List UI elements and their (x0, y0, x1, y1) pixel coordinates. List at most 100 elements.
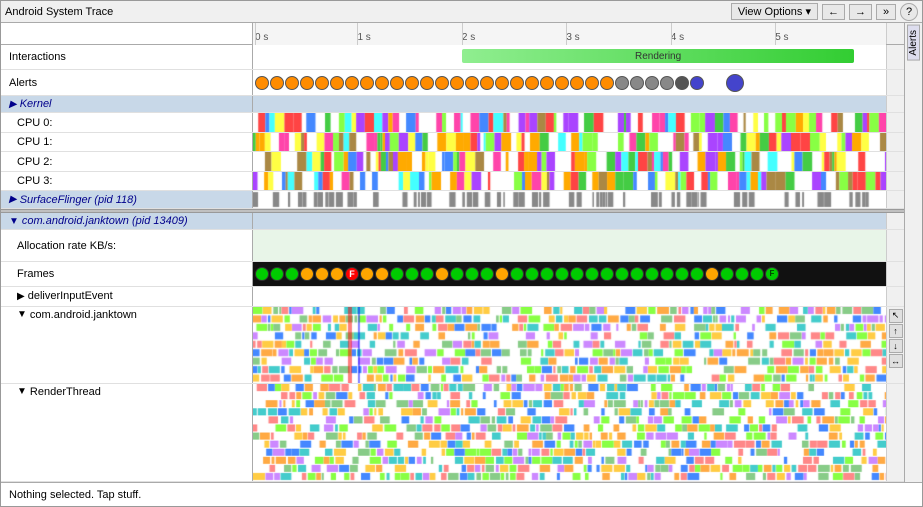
render-canvas (253, 384, 886, 480)
tick-4s: 4 s (671, 32, 684, 43)
alerts-label: Alerts (1, 70, 253, 94)
alerts-track[interactable] (253, 70, 886, 94)
alert-circle (480, 76, 494, 90)
cpu3-track[interactable] (253, 172, 886, 191)
alert-circle (330, 76, 344, 90)
jank-expand-arrow: ▼ (9, 216, 19, 227)
nav-back-button[interactable]: ← (822, 4, 845, 20)
cpu2-track[interactable] (253, 152, 886, 171)
cpu3-row: CPU 3: (1, 172, 904, 192)
ruler-label-empty (1, 23, 253, 44)
alert-circle (465, 76, 479, 90)
nav-fwd-button[interactable]: → (849, 4, 872, 20)
frame-dot-f: F (765, 267, 779, 281)
interactions-track[interactable]: Rendering (253, 45, 886, 69)
sf-canvas (253, 191, 886, 208)
frame-dot (675, 267, 689, 281)
scrollbar-spacer (886, 262, 904, 286)
scrollbar-spacer: ↖ ↑ ↓ ↔ (886, 307, 904, 384)
jank-header-label[interactable]: ▼ com.android.janktown (pid 13409) (1, 213, 253, 230)
view-options-button[interactable]: View Options ▾ (731, 3, 818, 20)
alert-circle (510, 76, 524, 90)
frame-dot (285, 267, 299, 281)
scroll-horizontal-button[interactable]: ↔ (889, 354, 903, 368)
frame-dot (510, 267, 524, 281)
nav-expand-button[interactable]: » (876, 4, 896, 20)
alerts-side-tab[interactable]: Alerts (907, 25, 920, 61)
tick-1s: 1 s (357, 32, 370, 43)
frame-dot (330, 267, 344, 281)
frame-dot (600, 267, 614, 281)
cpu3-label: CPU 3: (1, 172, 253, 191)
scroll-down-button[interactable]: ↓ (889, 339, 903, 353)
kernel-header-label[interactable]: ▶ Kernel (1, 96, 253, 113)
kernel-expand-arrow: ▶ (9, 99, 17, 110)
cpu2-canvas (253, 152, 886, 171)
cpu2-label: CPU 2: (1, 152, 253, 171)
alert-circle (645, 76, 659, 90)
cursor-icon[interactable]: ↖ (889, 309, 903, 323)
app-title: Android System Trace (5, 6, 113, 18)
render-expand-arrow: ▼ (17, 386, 27, 397)
time-ruler: 0 s 1 s 2 s 3 s 4 s 5 s (253, 23, 886, 45)
frame-dot (540, 267, 554, 281)
frame-dot (420, 267, 434, 281)
alert-circle (375, 76, 389, 90)
tick-5s: 5 s (775, 32, 788, 43)
scrollbar-spacer-2 (886, 70, 904, 94)
alert-circle (270, 76, 284, 90)
alert-circle (345, 76, 359, 90)
tick-0s: 0 s (255, 32, 268, 43)
interactions-row: Interactions Rendering (1, 45, 904, 70)
alert-circle (630, 76, 644, 90)
frame-dot (735, 267, 749, 281)
alert-circle (300, 76, 314, 90)
alerts-row: Alerts (1, 70, 904, 95)
frames-track[interactable]: F (253, 262, 886, 286)
alert-circle (726, 74, 744, 92)
jank-main-label: ▼ com.android.janktown (1, 307, 253, 384)
cpu0-label: CPU 0: (1, 113, 253, 132)
render-track[interactable] (253, 384, 886, 480)
alloc-label: Allocation rate KB/s: (1, 230, 253, 260)
alert-circle (675, 76, 689, 90)
jank-main-track[interactable] (253, 307, 886, 384)
help-button[interactable]: ? (900, 3, 918, 21)
alloc-track[interactable] (253, 230, 886, 260)
frame-dot (525, 267, 539, 281)
cpu2-row: CPU 2: (1, 152, 904, 172)
trace-scroll-area[interactable]: Interactions Rendering Ale (1, 45, 904, 482)
kernel-header-track (253, 96, 886, 113)
tick-2s: 2 s (462, 32, 475, 43)
scrollbar-spacer (886, 152, 904, 171)
cpu1-label: CPU 1: (1, 133, 253, 152)
frame-dot (255, 267, 269, 281)
alert-circle (360, 76, 374, 90)
cpu1-track[interactable] (253, 133, 886, 152)
frame-dot (315, 267, 329, 281)
rendering-label: Rendering (635, 51, 681, 62)
alert-circle (450, 76, 464, 90)
render-label: ▼ RenderThread (1, 384, 253, 480)
alert-circle (660, 76, 674, 90)
center-panel: 0 s 1 s 2 s 3 s 4 s 5 s (1, 23, 922, 482)
title-bar-controls: View Options ▾ ← → » ? (731, 3, 918, 21)
app-container: Android System Trace View Options ▾ ← → … (0, 0, 923, 507)
alert-circle (525, 76, 539, 90)
scrollbar-spacer (886, 172, 904, 191)
scrollbar-spacer (886, 213, 904, 230)
frame-dot (555, 267, 569, 281)
title-bar: Android System Trace View Options ▾ ← → … (1, 1, 922, 23)
frame-dot (375, 267, 389, 281)
scroll-up-button[interactable]: ↑ (889, 324, 903, 338)
cpu0-track[interactable] (253, 113, 886, 132)
jank-main-row: ▼ com.android.janktown ↖ ↑ ↓ (1, 307, 904, 385)
scrollbar-spacer (886, 191, 904, 208)
sf-header-track[interactable] (253, 191, 886, 208)
deliver-track[interactable] (253, 287, 886, 306)
sf-header-label[interactable]: ▶ SurfaceFlinger (pid 118) (1, 191, 253, 208)
scrollbar-spacer-render (886, 384, 904, 480)
scrollbar-spacer-3 (886, 96, 904, 113)
alert-circle (420, 76, 434, 90)
frame-dot (585, 267, 599, 281)
